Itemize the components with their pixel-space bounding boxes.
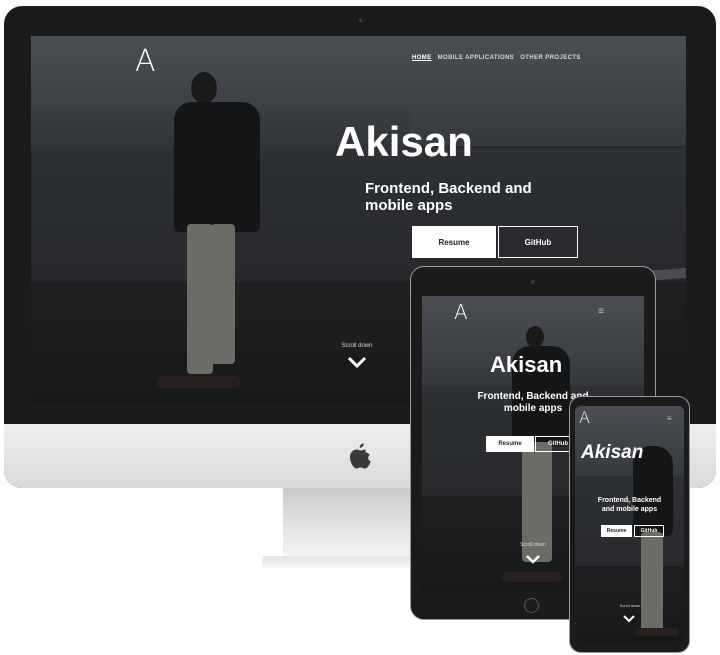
github-button[interactable]: GitHub [498,226,578,258]
phone-screen: A ≡ Akisan Frontend, Backend and mobile … [575,406,684,642]
phone-resume-button[interactable]: Resume [601,525,632,537]
tablet-title: Akisan [490,352,563,377]
hero-title: Akisan [335,118,473,165]
hero-subtitle-line1: Frontend, Backend and [365,180,532,197]
camera-dot [359,19,362,22]
phone-title: Akisan [581,442,644,463]
phone-chevron-down-icon[interactable] [621,612,637,624]
person-torso [174,102,260,232]
tablet-logo[interactable]: A [454,300,468,324]
apple-logo-icon [346,441,374,473]
phone-menu-icon[interactable]: ≡ [667,414,672,423]
tablet-menu-icon[interactable]: ≡ [598,306,604,317]
desktop-nav: HOME MOBILE APPLICATIONS OTHER PROJECTS [412,55,581,61]
hero-subtitle-line2: mobile apps [365,197,453,214]
nav-mobile-applications[interactable]: MOBILE APPLICATIONS [438,55,515,61]
phone-logo[interactable]: A [579,408,590,427]
resume-button[interactable]: Resume [412,226,496,258]
skateboard [157,376,241,388]
nav-home[interactable]: HOME [412,55,432,61]
phone-github-button[interactable]: GitHub [634,525,664,537]
phone-scroll-down-label[interactable]: Scroll down [605,603,655,608]
phone-skateboard [635,628,679,636]
tablet-scroll-down-label[interactable]: Scroll down [508,542,558,548]
tablet-resume-button[interactable]: Resume [486,436,534,452]
phone-person-legs [641,532,663,632]
tablet-chevron-down-icon[interactable] [524,552,542,566]
site-logo[interactable]: A [135,44,156,79]
phone-subtitle-line1: Frontend, Backend [597,497,662,504]
nav-other-projects[interactable]: OTHER PROJECTS [520,55,581,61]
person-leg-right [211,224,235,364]
phone-subtitle-line2: and mobile apps [601,506,658,513]
tablet-skateboard [502,572,562,582]
tablet-camera [531,280,535,284]
person-head [191,72,217,104]
scroll-down-label[interactable]: Scroll down [327,343,387,349]
hero-subtitle: Frontend, Backend and mobile apps [365,180,532,214]
tablet-home-button [524,598,539,613]
chevron-down-icon[interactable] [344,352,370,372]
water [31,148,686,268]
phone-subtitle: Frontend, Backend and mobile apps [575,496,684,514]
person-leg-left [187,224,213,374]
tablet-person-head [526,326,544,348]
